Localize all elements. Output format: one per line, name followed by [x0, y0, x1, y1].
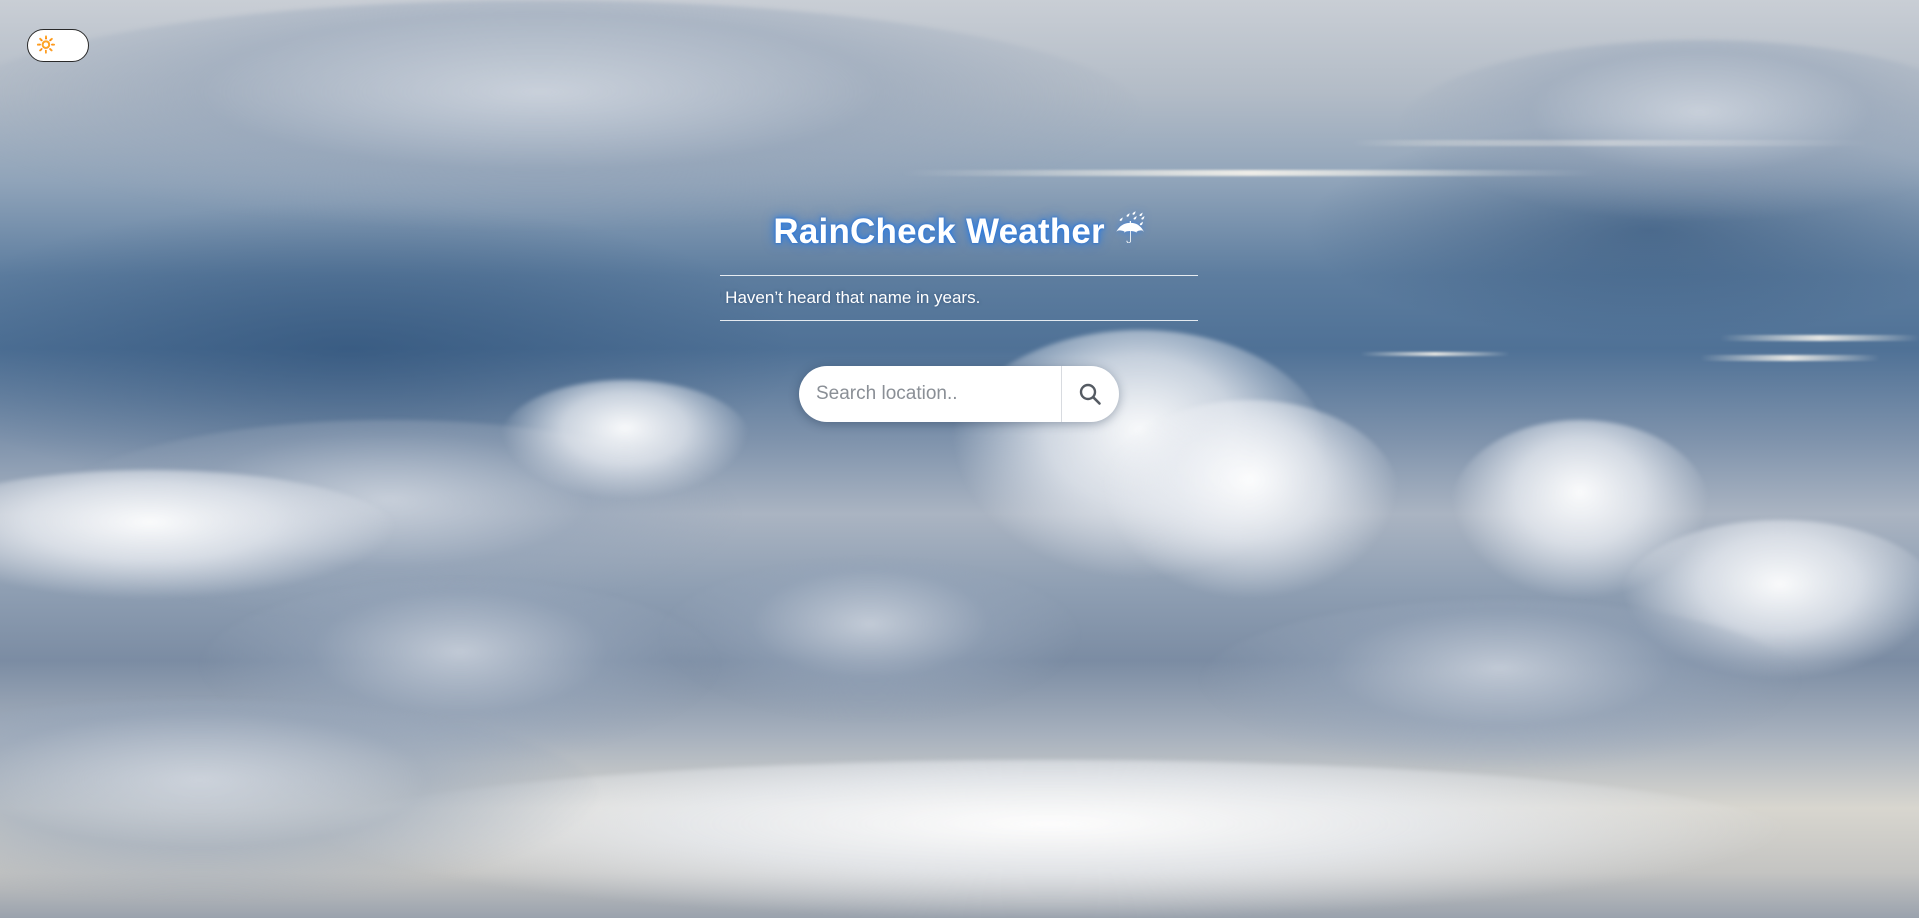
tagline-text: ? Haven’t heard that name in years. [720, 288, 981, 307]
theme-toggle[interactable]: 🔆 [27, 29, 89, 62]
sun-icon: 🔆 [36, 36, 56, 54]
title-text: RainCheck Weather [773, 212, 1105, 251]
search-input[interactable] [799, 366, 1061, 422]
search-icon [1080, 383, 1102, 405]
umbrella-icon: ☔ [1114, 213, 1146, 251]
sky-background [0, 0, 1919, 918]
page-title: RainCheck Weather ☔ [0, 212, 1919, 252]
tagline-marquee: ? Haven’t heard that name in years. [720, 275, 1198, 321]
page: 🔆 RainCheck Weather ☔ ? Haven’t heard tha… [0, 0, 1919, 918]
search-bar [799, 366, 1119, 422]
search-button[interactable] [1062, 366, 1119, 422]
